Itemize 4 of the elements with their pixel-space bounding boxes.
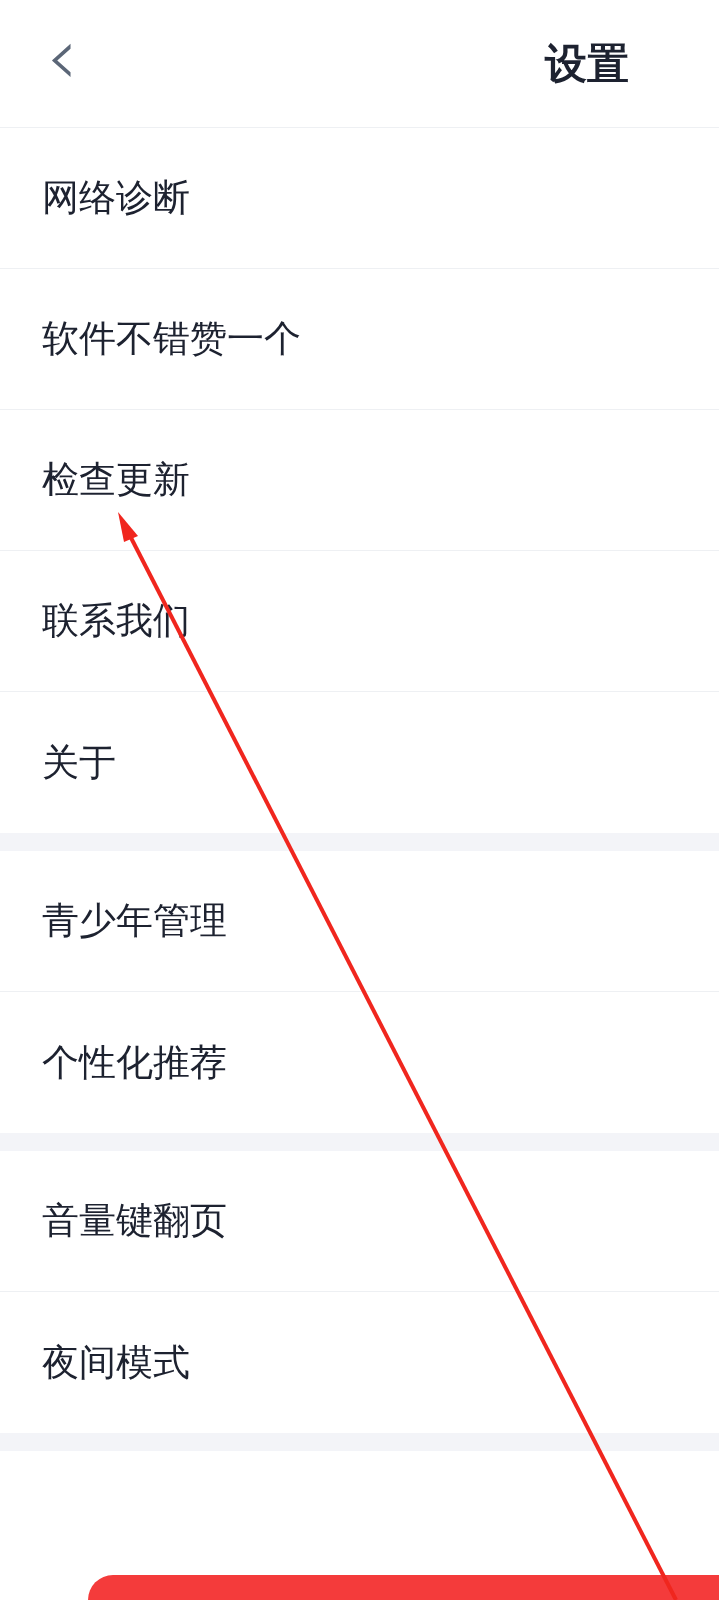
arrowhead-icon: [118, 512, 138, 542]
action-button[interactable]: [88, 1575, 719, 1600]
back-button[interactable]: ‹: [40, 16, 84, 111]
page-title: 设置: [545, 38, 629, 90]
